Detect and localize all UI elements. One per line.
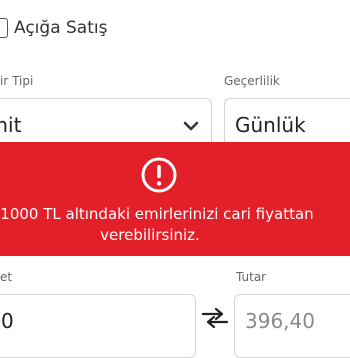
short-sell-label: Açığa Satış [14, 18, 108, 38]
quantity-input[interactable]: 0 [0, 294, 196, 358]
amount-value: 396,40 [245, 309, 315, 333]
amount-input[interactable]: 396,40 [234, 294, 350, 358]
alert-info-icon [141, 157, 177, 193]
alert-banner: a 1000 TL altındaki emirlerinizi cari fi… [0, 142, 350, 256]
validity-value: Günlük [235, 113, 306, 137]
validity-label: Geçerlilik [224, 74, 280, 88]
order-type-value: imit [0, 113, 22, 137]
quantity-label: et [0, 270, 13, 284]
short-sell-checkbox[interactable] [0, 18, 8, 38]
amount-label: Tutar [236, 270, 267, 284]
order-type-label: ir Tipi [0, 74, 34, 88]
chevron-down-icon [183, 121, 199, 131]
quantity-value: 0 [1, 309, 14, 333]
swap-arrows-icon[interactable] [200, 306, 230, 330]
alert-line-1: a 1000 TL altındaki emirlerinizi cari fi… [0, 205, 314, 223]
alert-line-2: verebilirsiniz. [100, 226, 200, 244]
alert-message: a 1000 TL altındaki emirlerinizi cari fi… [0, 204, 350, 246]
